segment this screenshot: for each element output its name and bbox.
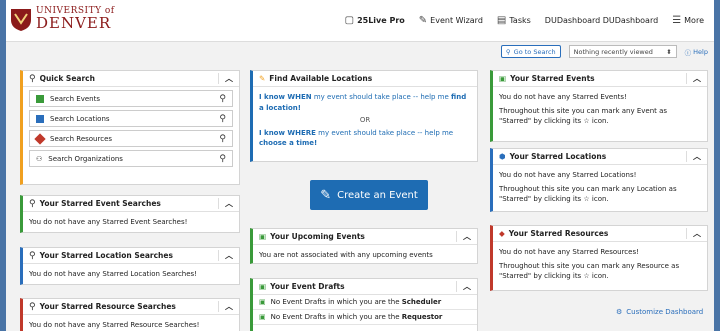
help-icon: ⓘ [684, 48, 692, 57]
starred-event-searches-body: You do not have any Starred Event Search… [29, 218, 188, 226]
starred-event-searches-card: ⚲ Your Starred Event Searches ︿ You do no… [20, 195, 240, 233]
quick-search-header: ⚲ Quick Search ︿ [23, 71, 239, 87]
nav-more[interactable]: ☰ More [672, 15, 704, 26]
help-link[interactable]: ⓘ Help [685, 47, 708, 57]
search-icon: ⚲ [219, 113, 226, 124]
nav-dashboard[interactable]: DUDashboard DUDashboard [545, 16, 658, 25]
university-logo[interactable]: UNIVERSITY of DENVER [36, 7, 115, 31]
search-icon: ⚲ [29, 73, 36, 84]
quick-search-card: ⚲ Quick Search ︿ Search Events ⚲ Search L… [20, 70, 240, 185]
search-resources-row[interactable]: Search Resources ⚲ [29, 130, 233, 147]
find-locations-card: ✎ Find Available Locations I know WHEN my… [250, 70, 478, 162]
university-shield-icon [11, 9, 31, 31]
go-to-search-button[interactable]: ⚲ Go to Search [500, 45, 561, 58]
collapse-icon[interactable]: ︿ [218, 198, 233, 209]
logo-line2: DENVER [36, 14, 112, 32]
draft-row-scheduler: ▣ No Event Drafts in which you are the S… [253, 295, 477, 310]
starred-location-searches-header: ⚲ Your Starred Location Searches ︿ [23, 248, 239, 264]
edit-icon: ✎ [320, 187, 332, 203]
upcoming-events-header: ▣ Your Upcoming Events ︿ [253, 229, 477, 245]
hamburger-icon: ☰ [672, 15, 682, 26]
starred-location-searches-card: ⚲ Your Starred Location Searches ︿ You do… [20, 247, 240, 285]
find-location-option[interactable]: I know WHEN my event should take place -… [259, 92, 471, 113]
draft-row-requestor: ▣ No Event Drafts in which you are the R… [253, 310, 477, 325]
events-icon: ▣ [499, 74, 507, 83]
organizations-icon: ⚇ [36, 154, 43, 163]
upcoming-events-card: ▣ Your Upcoming Events ︿ You are not asso… [250, 228, 478, 264]
collapse-icon[interactable]: ︿ [218, 250, 233, 261]
starred-event-searches-header: ⚲ Your Starred Event Searches ︿ [23, 196, 239, 212]
collapse-icon[interactable]: ︿ [686, 228, 701, 239]
or-divider: OR [359, 116, 371, 124]
search-icon: ⚲ [29, 250, 36, 261]
resources-icon: ◆ [499, 229, 505, 238]
top-bar: UNIVERSITY of DENVER ▢ 25Live Pro ✎ Event … [6, 0, 714, 42]
locations-icon: ⬢ [499, 152, 506, 161]
collapse-icon[interactable]: ︿ [218, 73, 233, 84]
starred-resource-searches-body: You do not have any Starred Resource Sea… [29, 321, 200, 329]
search-organizations-row[interactable]: ⚇ Search Organizations ⚲ [29, 150, 233, 167]
recently-viewed-select[interactable]: Nothing recently viewed ⬍ [568, 45, 677, 58]
app-frame: UNIVERSITY of DENVER ▢ 25Live Pro ✎ Event … [6, 0, 714, 331]
calendar-icon: ▢ [344, 15, 355, 26]
upcoming-events-body: You are not associated with any upcoming… [259, 251, 433, 259]
collapse-icon[interactable]: ︿ [686, 151, 701, 162]
search-events-row[interactable]: Search Events ⚲ [29, 90, 233, 107]
updown-icon: ⬍ [666, 47, 672, 56]
edit-icon: ✎ [418, 15, 428, 26]
search-icon: ⚲ [219, 133, 226, 144]
starred-resources-header: ◆ Your Starred Resources ︿ [493, 226, 707, 242]
starred-locations-header: ⬢ Your Starred Locations ︿ [493, 149, 707, 165]
event-drafts-card: ▣ Your Event Drafts ︿ ▣ No Event Drafts i… [250, 278, 478, 331]
sub-bar: ⚲ Go to Search Nothing recently viewed ⬍ ⓘ… [500, 45, 708, 58]
starred-locations-body: You do not have any Starred Locations! T… [499, 171, 677, 204]
locations-icon [36, 114, 44, 123]
starred-resource-searches-card: ⚲ Your Starred Resource Searches ︿ You do… [20, 298, 240, 331]
nav-tasks[interactable]: ▤ Tasks [497, 15, 531, 26]
collapse-icon[interactable]: ︿ [686, 73, 701, 84]
calendar-icon: ▣ [259, 282, 267, 291]
search-icon: ⚲ [219, 93, 226, 104]
starred-locations-card: ⬢ Your Starred Locations ︿ You do not hav… [490, 148, 708, 212]
resources-icon [34, 132, 46, 145]
search-icon: ⚲ [29, 198, 36, 209]
gear-icon: ⚙ [616, 308, 623, 316]
find-locations-body: I know WHEN my event should take place -… [253, 87, 477, 154]
search-icon: ⚲ [29, 301, 36, 312]
starred-events-card: ▣ Your Starred Events ︿ You do not have a… [490, 70, 708, 142]
search-locations-row[interactable]: Search Locations ⚲ [29, 110, 233, 127]
events-icon: ▣ [259, 313, 266, 321]
nav-25live-pro[interactable]: ▢ 25Live Pro [345, 15, 405, 26]
starred-location-searches-body: You do not have any Starred Location Sea… [29, 270, 197, 278]
starred-events-body: You do not have any Starred Events! Thro… [499, 93, 668, 126]
events-icon [36, 94, 44, 103]
starred-resources-card: ◆ Your Starred Resources ︿ You do not hav… [490, 225, 708, 291]
starred-resource-searches-header: ⚲ Your Starred Resource Searches ︿ [23, 299, 239, 315]
nav-event-wizard[interactable]: ✎ Event Wizard [419, 15, 483, 26]
starred-resources-body: You do not have any Starred Resources! T… [499, 248, 680, 281]
events-icon: ▣ [259, 298, 266, 306]
event-drafts-header: ▣ Your Event Drafts ︿ [253, 279, 477, 295]
search-icon: ⚲ [219, 153, 226, 164]
create-event-button[interactable]: ✎ Create an Event [310, 180, 428, 210]
starred-events-header: ▣ Your Starred Events ︿ [493, 71, 707, 87]
collapse-icon[interactable]: ︿ [456, 231, 471, 242]
customize-dashboard-link[interactable]: ⚙ Customize Dashboard [616, 308, 703, 316]
tasks-icon: ▤ [496, 15, 507, 26]
find-locations-header: ✎ Find Available Locations [253, 71, 477, 87]
choose-time-option[interactable]: I know WHERE my event should take place … [259, 128, 471, 149]
top-nav: ▢ 25Live Pro ✎ Event Wizard ▤ Tasks DUDashb… [345, 15, 704, 26]
pencil-icon: ✎ [259, 74, 266, 83]
collapse-icon[interactable]: ︿ [456, 281, 471, 292]
search-icon: ⚲ [505, 47, 511, 56]
calendar-icon: ▣ [259, 232, 267, 241]
collapse-icon[interactable]: ︿ [218, 301, 233, 312]
